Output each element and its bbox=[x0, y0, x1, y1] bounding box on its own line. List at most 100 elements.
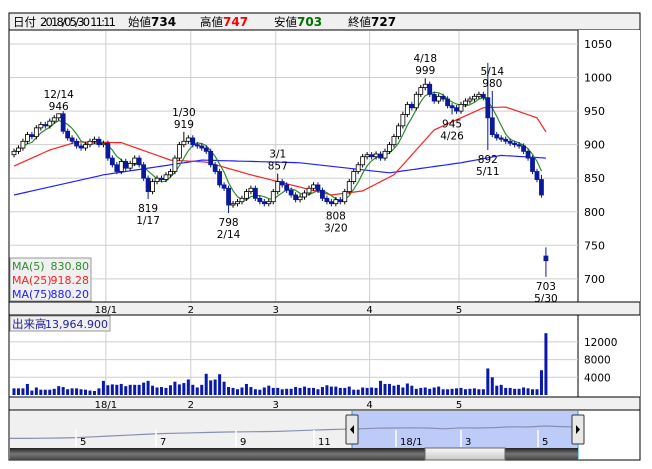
candle-body bbox=[409, 103, 415, 109]
candle-body bbox=[346, 181, 352, 193]
navigator-label: 11 bbox=[318, 437, 331, 448]
volume-bar bbox=[535, 389, 539, 395]
volume-bar bbox=[191, 384, 195, 395]
volume-bar bbox=[48, 389, 52, 395]
volume-bar bbox=[160, 387, 164, 395]
volume-bar bbox=[164, 387, 168, 395]
volume-bar bbox=[110, 384, 114, 395]
volume-x-tick-label: 4 bbox=[366, 400, 372, 411]
volume-bar bbox=[311, 387, 315, 395]
candle-body bbox=[20, 140, 26, 149]
candle-body bbox=[11, 150, 17, 156]
volume-bar bbox=[142, 382, 146, 395]
volume-bar bbox=[539, 370, 543, 395]
volume-bar bbox=[320, 387, 324, 395]
navigator-scrollbar-thumb[interactable] bbox=[424, 447, 506, 461]
volume-bar bbox=[370, 387, 374, 395]
volume-bar bbox=[97, 388, 101, 395]
candle-body bbox=[168, 171, 173, 176]
volume-legend-label: 出来高 bbox=[12, 317, 47, 331]
candle-body bbox=[284, 184, 290, 191]
candle-body bbox=[337, 199, 343, 203]
candle-body bbox=[431, 93, 437, 102]
volume-bar bbox=[39, 389, 43, 395]
volume-bar bbox=[419, 387, 423, 395]
high-annotation-value: 980 bbox=[482, 78, 502, 90]
volume-bar bbox=[244, 383, 248, 395]
candle-body bbox=[445, 98, 450, 107]
candle-body bbox=[328, 201, 334, 205]
candle-body bbox=[306, 187, 312, 194]
price-tick-label: 850 bbox=[584, 172, 605, 185]
volume-bar bbox=[137, 384, 141, 395]
candle-body bbox=[449, 105, 455, 109]
volume-bar bbox=[200, 384, 204, 395]
volume-bar bbox=[307, 387, 311, 395]
volume-bar bbox=[151, 385, 155, 395]
volume-bar bbox=[495, 385, 499, 395]
candle-body bbox=[16, 147, 21, 152]
candle-body bbox=[25, 134, 30, 142]
volume-bar bbox=[280, 389, 284, 395]
range-navigator[interactable]: 5 7 9 11 18/1 3 5 bbox=[10, 411, 585, 461]
volume-bar bbox=[34, 387, 38, 395]
volume-bar bbox=[396, 384, 400, 395]
candle-body bbox=[132, 157, 138, 164]
candle-body bbox=[74, 140, 79, 147]
volume-bar bbox=[231, 387, 235, 395]
volume-bar bbox=[88, 390, 92, 395]
price-tick-label: 900 bbox=[584, 139, 605, 152]
candle-body bbox=[92, 138, 97, 142]
candle-body bbox=[217, 171, 223, 186]
volume-bar bbox=[463, 389, 467, 395]
candle-body bbox=[293, 194, 299, 201]
candle-body bbox=[387, 144, 392, 152]
candle-body bbox=[534, 171, 540, 180]
candle-body bbox=[436, 95, 442, 102]
candle-body bbox=[503, 138, 509, 142]
volume-bar bbox=[316, 389, 320, 395]
volume-legend-value: 13,964.900 bbox=[45, 318, 108, 331]
candle-body bbox=[507, 140, 513, 144]
volume-bar bbox=[329, 386, 333, 395]
open-value: 734 bbox=[151, 15, 176, 29]
high-annotation-value: 999 bbox=[415, 65, 435, 77]
volume-bar bbox=[459, 387, 463, 395]
open-label: 始値 bbox=[128, 15, 151, 29]
candle-body bbox=[248, 187, 254, 193]
low-annotation-date: 2/14 bbox=[217, 229, 241, 241]
volume-bar bbox=[52, 388, 56, 395]
candle-body bbox=[320, 189, 325, 199]
navigator-left-handle[interactable] bbox=[345, 414, 359, 445]
volume-bar bbox=[227, 387, 231, 395]
high-annotation-value: 919 bbox=[174, 119, 194, 131]
volume-bar bbox=[531, 389, 535, 395]
candle-body bbox=[230, 203, 236, 206]
candle-body bbox=[105, 142, 111, 159]
price-tick-label: 700 bbox=[584, 273, 605, 286]
volume-bar bbox=[441, 389, 445, 395]
volume-x-tick-label: 3 bbox=[273, 400, 279, 411]
volume-bar bbox=[513, 388, 517, 395]
volume-bar bbox=[356, 389, 360, 395]
candle-body bbox=[208, 150, 214, 166]
candle-body bbox=[38, 124, 44, 129]
high-annotation-date: 4/18 bbox=[413, 53, 437, 65]
navigator-right-handle[interactable] bbox=[571, 414, 585, 445]
candle-body bbox=[378, 153, 383, 159]
date-value: 2018/05/30 11:11 bbox=[40, 15, 116, 29]
volume-bar bbox=[84, 389, 88, 395]
candle-body bbox=[150, 181, 155, 193]
high-label: 高値 bbox=[200, 15, 223, 29]
candle-body bbox=[141, 164, 147, 179]
candle-body bbox=[96, 138, 102, 146]
candle-body bbox=[29, 134, 35, 137]
low-annotation-date: 5/11 bbox=[476, 166, 500, 178]
low-label: 安値 bbox=[274, 15, 297, 29]
candle-body bbox=[539, 179, 544, 196]
candle-body bbox=[369, 154, 375, 158]
candle-body bbox=[159, 177, 164, 180]
candle-body bbox=[302, 192, 307, 198]
volume-bar bbox=[289, 388, 293, 395]
candle-body bbox=[83, 144, 88, 149]
